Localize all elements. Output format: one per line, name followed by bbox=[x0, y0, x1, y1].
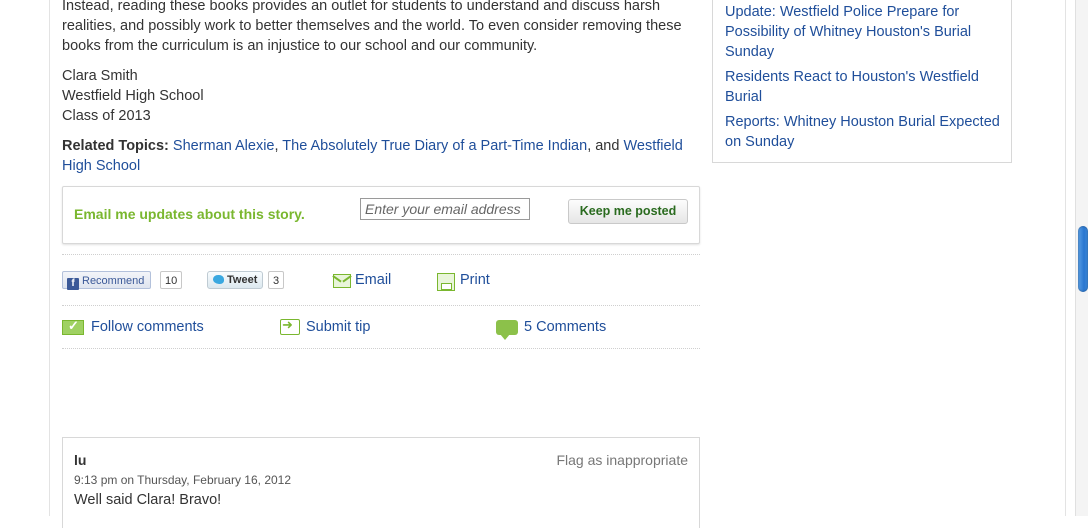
related-topic-sherman-alexie[interactable]: Sherman Alexie bbox=[173, 138, 275, 154]
page-left-border bbox=[49, 0, 50, 516]
flag-as-inappropriate-link[interactable]: Flag as inappropriate bbox=[556, 452, 688, 468]
related-topics: Related Topics: Sherman Alexie, The Abso… bbox=[62, 136, 687, 176]
share-bar: f Recommend 10 Tweet 3 Email Print bbox=[62, 270, 702, 292]
comment-actions-bar: Follow comments Submit tip 5 Comments bbox=[62, 317, 702, 340]
related-separator: , and bbox=[587, 138, 624, 154]
email-link[interactable]: Email bbox=[355, 270, 391, 290]
comment-bubble-icon[interactable] bbox=[496, 320, 518, 340]
vertical-scrollbar[interactable] bbox=[1075, 0, 1088, 516]
related-topics-label: Related Topics: bbox=[62, 138, 169, 154]
facebook-recommend-button[interactable]: f Recommend bbox=[62, 271, 151, 290]
sidebar-story-link[interactable]: Update: Westfield Police Prepare for Pos… bbox=[725, 4, 971, 60]
facebook-icon: f bbox=[67, 278, 79, 290]
comment-author: lu bbox=[74, 452, 87, 468]
divider bbox=[62, 254, 700, 255]
sidebar-story-link[interactable]: Reports: Whitney Houston Burial Expected… bbox=[725, 114, 1000, 150]
sidebar-related-stories: Update: Westfield Police Prepare for Pos… bbox=[712, 0, 1012, 163]
email-input[interactable] bbox=[360, 198, 530, 220]
comment-timestamp: 9:13 pm on Thursday, February 16, 2012 bbox=[74, 473, 292, 487]
print-icon[interactable] bbox=[437, 273, 455, 291]
tweet-button[interactable]: Tweet bbox=[207, 271, 263, 289]
comment-item: lu Flag as inappropriate 9:13 pm on Thur… bbox=[62, 437, 700, 528]
keep-me-posted-button[interactable]: Keep me posted bbox=[568, 199, 688, 224]
email-updates-box: Email me updates about this story. Keep … bbox=[62, 186, 700, 244]
sidebar-story-link[interactable]: Residents React to Houston's Westfield B… bbox=[725, 69, 979, 105]
signature-school: Westfield High School bbox=[62, 88, 204, 104]
twitter-bird-icon bbox=[213, 275, 224, 284]
follow-comments-icon[interactable] bbox=[62, 318, 84, 335]
related-topic-true-diary[interactable]: The Absolutely True Diary of a Part-Time… bbox=[282, 138, 587, 154]
article-paragraph: Instead, reading these books provides an… bbox=[62, 0, 682, 54]
facebook-count: 10 bbox=[160, 271, 183, 289]
tweet-label: Tweet bbox=[227, 274, 258, 286]
submit-tip-link[interactable]: Submit tip bbox=[306, 317, 370, 337]
comments-count-link[interactable]: 5 Comments bbox=[524, 317, 606, 337]
follow-comments-link[interactable]: Follow comments bbox=[91, 317, 204, 337]
email-updates-label: Email me updates about this story. bbox=[74, 206, 305, 222]
scrollbar-thumb[interactable] bbox=[1078, 226, 1088, 292]
page-right-border bbox=[1065, 0, 1066, 516]
facebook-recommend-label: Recommend bbox=[82, 275, 145, 287]
comment-text: Well said Clara! Bravo! bbox=[74, 492, 222, 508]
print-link[interactable]: Print bbox=[460, 270, 490, 290]
divider bbox=[62, 348, 700, 349]
tweet-count: 3 bbox=[268, 271, 285, 289]
signature-class: Class of 2013 bbox=[62, 108, 151, 124]
divider bbox=[62, 305, 700, 306]
email-icon[interactable] bbox=[333, 274, 351, 288]
sidebar-link-list: Update: Westfield Police Prepare for Pos… bbox=[725, 2, 1005, 157]
signature-name: Clara Smith bbox=[62, 68, 138, 84]
signature: Clara Smith Westfield High School Class … bbox=[62, 66, 204, 126]
submit-tip-icon[interactable] bbox=[280, 317, 300, 335]
